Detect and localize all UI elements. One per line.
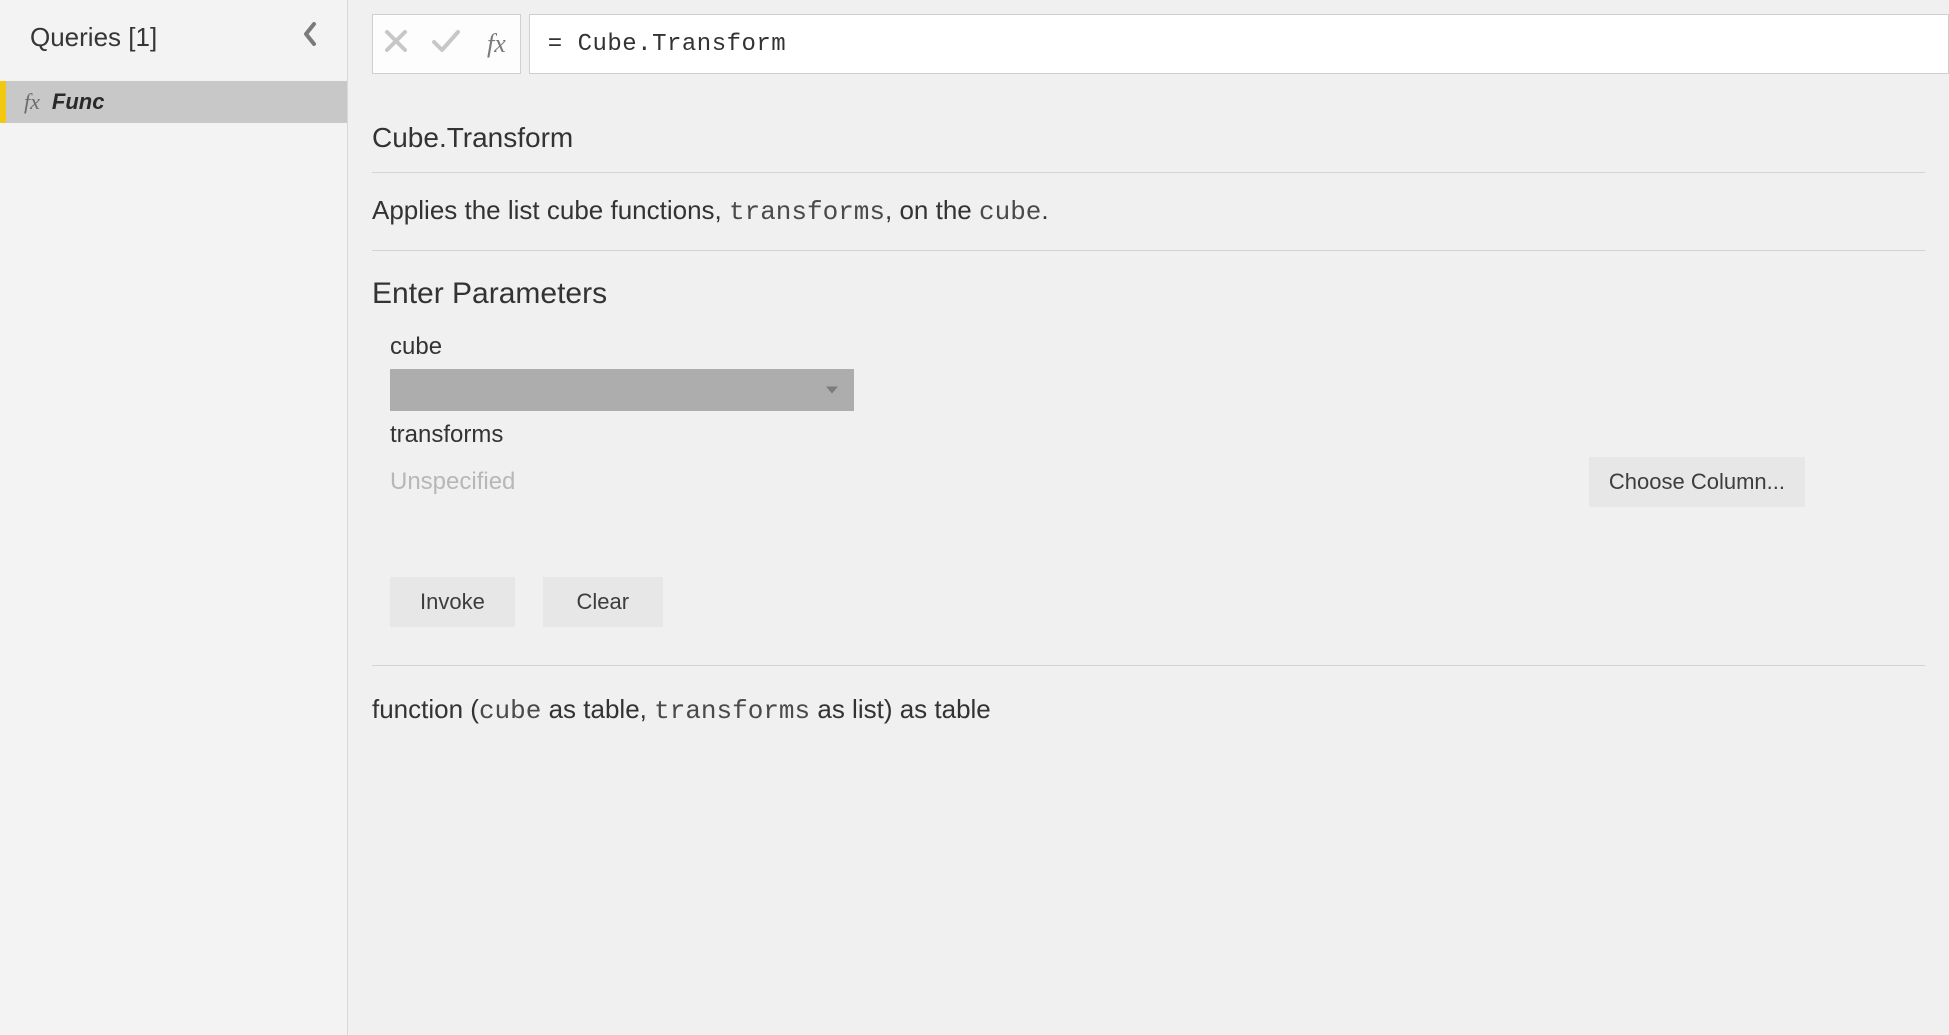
fx-icon[interactable]: fx	[483, 29, 510, 59]
queries-sidebar: Queries [1] fx Func	[0, 0, 348, 1035]
query-item-func[interactable]: fx Func	[0, 81, 347, 123]
invoke-button[interactable]: Invoke	[390, 577, 515, 627]
desc-text-post: .	[1041, 195, 1048, 225]
desc-param-cube: cube	[979, 197, 1041, 227]
formula-controls: fx	[372, 14, 521, 74]
function-description: Applies the list cube functions, transfo…	[372, 191, 1925, 232]
query-name: Func	[52, 89, 105, 115]
parameters-section: Enter Parameters cube transforms Unspeci…	[372, 251, 1925, 666]
sig-t1: as table,	[541, 694, 654, 724]
param-cube-label: cube	[390, 333, 1925, 361]
desc-text-pre: Applies the list cube functions,	[372, 195, 729, 225]
parameters-title: Enter Parameters	[372, 277, 1925, 311]
confirm-icon[interactable]	[431, 28, 461, 60]
chevron-left-icon	[301, 20, 319, 48]
sidebar-header: Queries [1]	[0, 0, 347, 81]
desc-text-mid: , on the	[885, 195, 979, 225]
cancel-icon[interactable]	[383, 28, 409, 60]
param-transforms-row: Unspecified Choose Column...	[390, 457, 1925, 507]
clear-button[interactable]: Clear	[543, 577, 663, 627]
formula-bar: fx = Cube.Transform	[348, 14, 1949, 74]
collapse-sidebar-button[interactable]	[295, 16, 325, 59]
param-transforms-value: Unspecified	[390, 468, 515, 496]
function-signature: function (cube as table, transforms as l…	[372, 666, 1925, 726]
sig-p1: cube	[479, 696, 541, 726]
param-cube: cube	[390, 333, 1925, 411]
param-cube-dropdown[interactable]	[390, 369, 854, 411]
choose-column-button[interactable]: Choose Column...	[1589, 457, 1805, 507]
function-name-section: Cube.Transform	[372, 104, 1925, 173]
function-description-section: Applies the list cube functions, transfo…	[372, 173, 1925, 251]
param-transforms-label: transforms	[390, 421, 1925, 449]
param-transforms: transforms Unspecified Choose Column...	[390, 421, 1925, 507]
sig-t2: as list) as table	[810, 694, 991, 724]
formula-input[interactable]: = Cube.Transform	[529, 14, 1949, 74]
function-name: Cube.Transform	[372, 122, 1925, 154]
main-panel: fx = Cube.Transform Cube.Transform Appli…	[348, 0, 1949, 1035]
function-icon: fx	[24, 89, 40, 115]
sig-pre: function (	[372, 694, 479, 724]
sig-p2: transforms	[654, 696, 810, 726]
desc-param-transforms: transforms	[729, 197, 885, 227]
sidebar-title: Queries [1]	[30, 22, 157, 53]
content-area: Cube.Transform Applies the list cube fun…	[348, 74, 1949, 726]
action-buttons: Invoke Clear	[390, 577, 1925, 627]
